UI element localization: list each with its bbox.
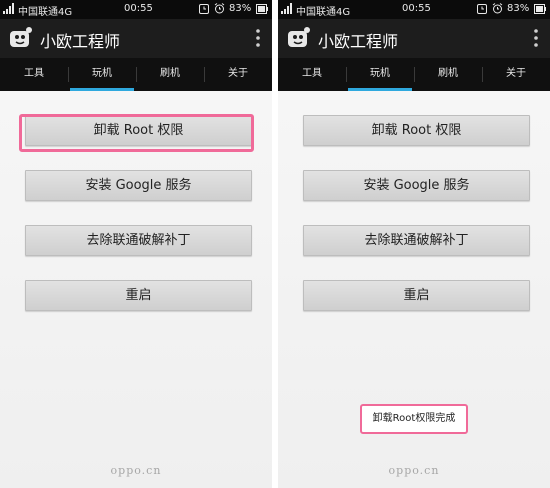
tab-tools[interactable]: 工具 (278, 58, 346, 91)
carrier-label: 中国联通4G (296, 7, 351, 18)
tab-bar: 工具 玩机 刷机 关于 (0, 58, 272, 91)
phone-screen-before: 中国联通4G 00:55 83% 小欧工程师 工具 玩机 刷机 关于 卸载 Ro… (0, 0, 272, 488)
signal-icon (3, 3, 14, 14)
tab-play[interactable]: 玩机 (68, 58, 136, 91)
app-bar: 小欧工程师 (278, 19, 550, 58)
reboot-button[interactable]: 重启 (303, 280, 530, 311)
app-bar: 小欧工程师 (0, 19, 272, 58)
overflow-menu-icon[interactable] (256, 28, 260, 48)
watermark: oppo.cn (388, 464, 440, 477)
tab-tools[interactable]: 工具 (0, 58, 68, 91)
clock-icon (477, 4, 487, 14)
main-content: 卸载 Root 权限 安装 Google 服务 去除联通破解补丁 重启 oppo… (0, 91, 272, 488)
tab-flash[interactable]: 刷机 (414, 58, 482, 91)
uninstall-root-button[interactable]: 卸载 Root 权限 (303, 115, 530, 146)
tab-flash[interactable]: 刷机 (136, 58, 204, 91)
alarm-icon (214, 3, 225, 14)
battery-percent: 83% (507, 3, 530, 14)
battery-percent: 83% (229, 3, 252, 14)
status-bar: 中国联通4G 00:55 83% (278, 0, 550, 19)
overflow-menu-icon[interactable] (534, 28, 538, 48)
tab-about[interactable]: 关于 (482, 58, 550, 91)
tab-bar: 工具 玩机 刷机 关于 (278, 58, 550, 91)
remove-unicom-patch-button[interactable]: 去除联通破解补丁 (25, 225, 252, 256)
app-title: 小欧工程师 (318, 32, 399, 51)
battery-icon (256, 4, 268, 14)
app-logo-icon (10, 27, 32, 47)
tab-about[interactable]: 关于 (204, 58, 272, 91)
status-time: 00:55 (402, 3, 431, 14)
carrier-label: 中国联通4G (18, 7, 73, 18)
signal-icon (281, 3, 292, 14)
remove-unicom-patch-button[interactable]: 去除联通破解补丁 (303, 225, 530, 256)
battery-icon (534, 4, 546, 14)
tab-play[interactable]: 玩机 (346, 58, 414, 91)
phone-screen-after: 中国联通4G 00:55 83% 小欧工程师 工具 玩机 刷机 关于 卸载 Ro… (278, 0, 550, 488)
install-google-services-button[interactable]: 安装 Google 服务 (303, 170, 530, 201)
app-logo-icon (288, 27, 310, 47)
clock-icon (199, 4, 209, 14)
reboot-button[interactable]: 重启 (25, 280, 252, 311)
install-google-services-button[interactable]: 安装 Google 服务 (25, 170, 252, 201)
app-title: 小欧工程师 (40, 32, 121, 51)
watermark: oppo.cn (110, 464, 162, 477)
status-bar: 中国联通4G 00:55 83% (0, 0, 272, 19)
status-time: 00:55 (124, 3, 153, 14)
button-highlight-frame (19, 114, 254, 152)
main-content: 卸载 Root 权限 安装 Google 服务 去除联通破解补丁 重启 卸载Ro… (278, 91, 550, 488)
toast-message: 卸载Root权限完成 (360, 404, 468, 434)
alarm-icon (492, 3, 503, 14)
